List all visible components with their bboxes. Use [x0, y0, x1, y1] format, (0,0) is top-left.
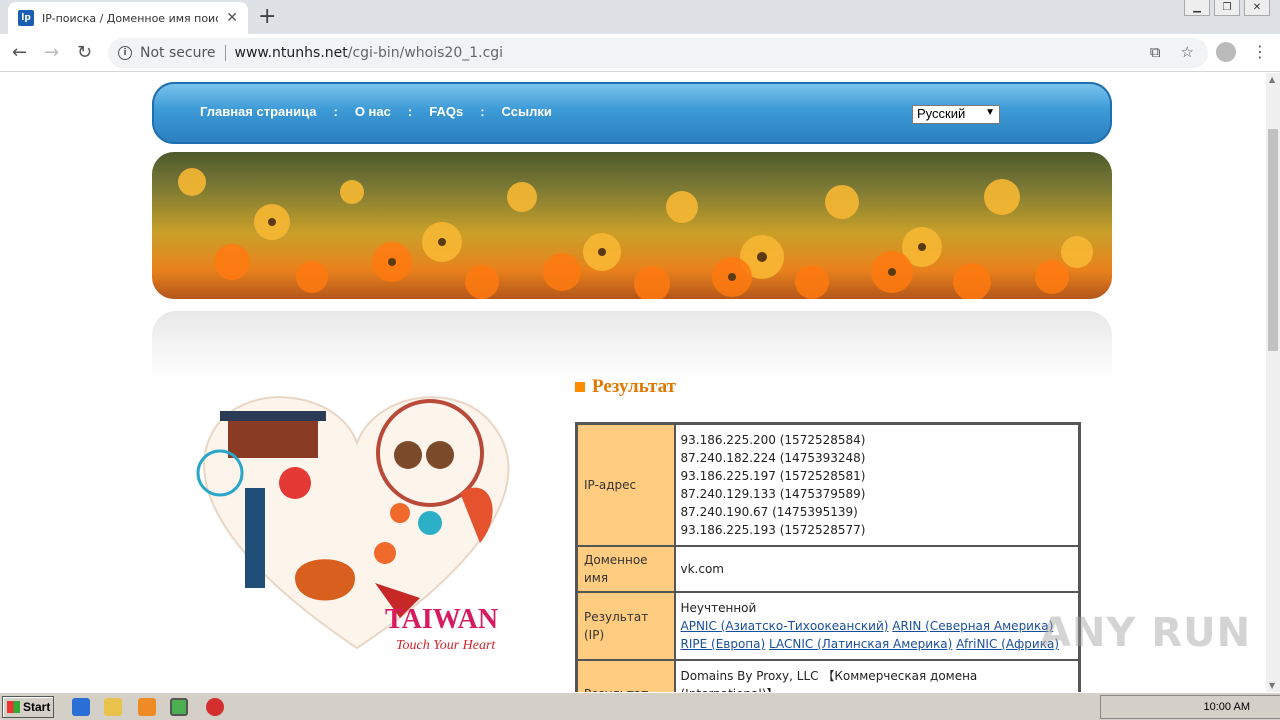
table-row: Результат Domains By Proxy, LLC 【Коммерч…: [575, 659, 1081, 692]
page-viewport: Главная страница : О нас : FAQs : Ссылки…: [0, 73, 1266, 692]
nav-home-link[interactable]: Главная страница: [200, 104, 316, 119]
browser-tab[interactable]: lp IP-поиска / Доменное имя поиска / ✕: [8, 2, 248, 34]
url-path: /cgi-bin/whois20_1.cgi: [347, 45, 504, 61]
windows-logo-icon: [7, 701, 20, 713]
registry-link-lacnic[interactable]: LACNIC (Латинская Америка): [769, 637, 952, 651]
tab-close-icon[interactable]: ✕: [226, 10, 238, 26]
ip-address: 87.240.190.67 (1475395139): [680, 505, 858, 519]
taskbar: Start 10:00 AM: [0, 692, 1280, 720]
content-panel: [152, 311, 1112, 381]
anyrun-watermark: ANY RUN: [1040, 610, 1252, 656]
result-heading: Результат: [575, 376, 676, 398]
ip-label: IP-адрес: [575, 422, 676, 547]
dropdown-arrow-icon: ▼: [985, 107, 995, 118]
flower-banner-art: [178, 168, 1093, 299]
ip-result-status: Неучтенной: [680, 601, 757, 615]
nav-links-link[interactable]: Ссылки: [502, 104, 552, 119]
back-icon[interactable]: ←: [12, 42, 27, 63]
taiwan-heart-logo: TAIWAN: [196, 396, 510, 650]
restore-icon[interactable]: ❐: [1214, 0, 1240, 16]
forward-icon[interactable]: →: [44, 42, 59, 63]
ip-address: 93.186.225.193 (1572528577): [680, 523, 866, 537]
scroll-up-icon[interactable]: ▲: [1269, 75, 1275, 84]
system-tray: 10:00 AM: [1100, 695, 1280, 719]
window-controls: ▁ ❐ ✕: [1184, 0, 1270, 16]
url-divider: [224, 45, 226, 61]
registry-link-arin[interactable]: ARIN (Северная Америка): [892, 619, 1053, 633]
result-heading-text: Результат: [592, 376, 676, 397]
url-host: www.ntunhs.net: [234, 45, 348, 61]
table-row: Доменное имя vk.com: [575, 545, 1081, 593]
ip-list: 93.186.225.200 (1572528584) 87.240.182.2…: [673, 422, 1081, 547]
site-navbar: Главная страница : О нас : FAQs : Ссылки…: [152, 82, 1112, 144]
nav-about-link[interactable]: О нас: [355, 104, 391, 119]
language-value: Русский: [917, 106, 966, 121]
page-scrollbar[interactable]: ▲ ▼: [1266, 73, 1280, 692]
ip-address: 87.240.182.224 (1475393248): [680, 451, 866, 465]
ip-address: 93.186.225.197 (1572528581): [680, 469, 866, 483]
scroll-down-icon[interactable]: ▼: [1269, 681, 1275, 690]
menu-icon[interactable]: ⋮: [1252, 42, 1268, 61]
heading-bullet-icon: [575, 382, 585, 392]
domain-result-value: Domains By Proxy, LLC 【Коммерческая доме…: [680, 669, 978, 692]
info-icon[interactable]: i: [118, 46, 132, 60]
table-row: IP-адрес 93.186.225.200 (1572528584) 87.…: [575, 422, 1081, 547]
ie-icon[interactable]: [72, 698, 90, 716]
media-player-icon[interactable]: [138, 698, 156, 716]
omnibox-actions: ⧉ ☆: [1150, 43, 1194, 61]
nav-faqs-link[interactable]: FAQs: [429, 104, 463, 119]
chrome-icon[interactable]: [170, 698, 188, 716]
clock: 10:00 AM: [1203, 701, 1250, 713]
logo-title: TAIWAN: [385, 604, 498, 635]
registry-link-apnic[interactable]: APNIC (Азиатско-Тихоокеанский): [681, 619, 889, 633]
nav-separator: :: [333, 104, 338, 119]
domain-result-label: Результат: [575, 659, 676, 692]
new-tab-icon[interactable]: +: [258, 4, 276, 29]
nav-separator: :: [480, 104, 485, 119]
nav-separator: :: [407, 104, 413, 119]
start-button[interactable]: Start: [2, 696, 54, 718]
translate-icon[interactable]: ⧉: [1150, 43, 1161, 61]
start-label: Start: [23, 700, 51, 714]
ip-address: 87.240.129.133 (1475379589): [680, 487, 866, 501]
ip-address: 93.186.225.200 (1572528584): [680, 433, 866, 447]
address-bar[interactable]: i Not secure www.ntunhs.net /cgi-bin/who…: [108, 38, 1208, 68]
flower-banner: [152, 152, 1112, 299]
browser-toolbar: ← → ↻ i Not secure www.ntunhs.net /cgi-b…: [0, 34, 1280, 72]
security-label: Not secure: [140, 45, 216, 61]
whois-result-table: IP-адрес 93.186.225.200 (1572528584) 87.…: [575, 422, 1081, 692]
minimize-icon[interactable]: ▁: [1184, 0, 1210, 16]
domain-value: vk.com: [673, 545, 1081, 593]
registry-link-ripe[interactable]: RIPE (Европа): [681, 637, 766, 651]
folder-icon[interactable]: [104, 698, 122, 716]
reload-icon[interactable]: ↻: [77, 42, 92, 63]
nav-links: Главная страница : О нас : FAQs : Ссылки: [200, 104, 552, 119]
profile-avatar-icon[interactable]: [1216, 42, 1236, 62]
domain-label: Доменное имя: [575, 545, 676, 593]
language-select[interactable]: Русский ▼: [912, 105, 1000, 124]
logo-tagline: Touch Your Heart: [396, 638, 496, 653]
opera-icon[interactable]: [206, 698, 224, 716]
site-favicon-icon: lp: [18, 10, 34, 26]
ip-result-label: Результат (IP): [575, 591, 676, 661]
ip-result-cell: Неучтенной APNIC (Азиатско-Тихоокеанский…: [673, 591, 1081, 661]
tab-strip: lp IP-поиска / Доменное имя поиска / ✕ +…: [0, 0, 1280, 34]
tab-title: IP-поиска / Доменное имя поиска /: [42, 11, 218, 25]
close-window-icon[interactable]: ✕: [1244, 0, 1270, 16]
bookmark-star-icon[interactable]: ☆: [1181, 43, 1194, 61]
scrollbar-thumb[interactable]: [1268, 129, 1278, 351]
table-row: Результат (IP) Неучтенной APNIC (Азиатск…: [575, 591, 1081, 661]
domain-result-cell: Domains By Proxy, LLC 【Коммерческая доме…: [673, 659, 1081, 692]
